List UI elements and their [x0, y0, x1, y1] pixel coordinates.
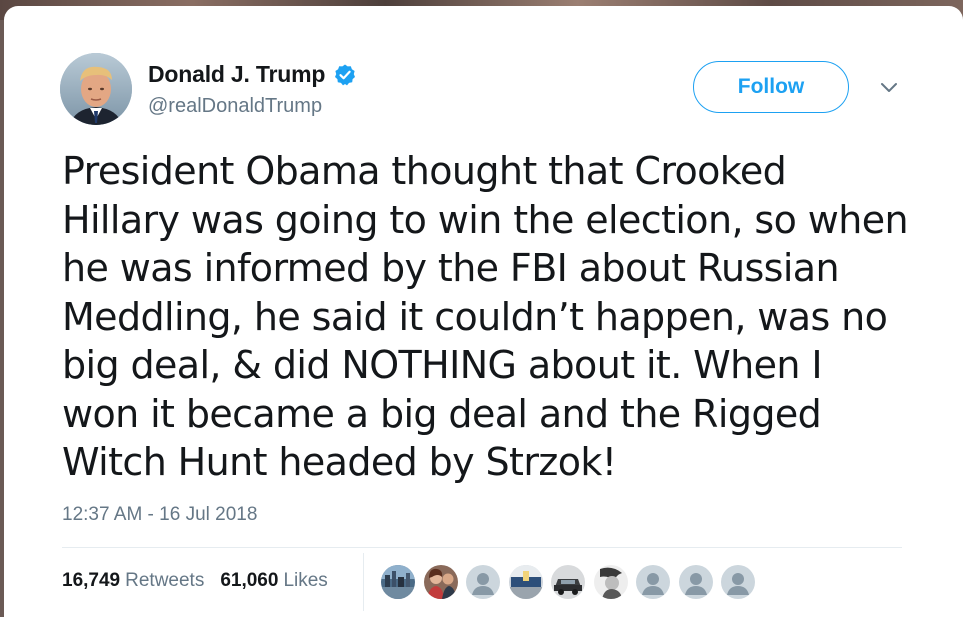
default-avatar-icon — [721, 565, 755, 599]
likes-stat[interactable]: 61,060 Likes — [220, 570, 327, 592]
profile-photo-icon — [60, 53, 132, 125]
liker-avatar[interactable] — [508, 565, 543, 599]
stats-divider — [62, 547, 902, 548]
tweet-text: President Obama thought that Crooked Hil… — [62, 149, 909, 484]
author-avatar[interactable] — [60, 53, 132, 125]
default-avatar-icon — [678, 565, 713, 599]
retweets-label: Retweets — [125, 570, 205, 591]
liker-avatar[interactable] — [423, 565, 458, 599]
tweet-timestamp[interactable]: 12:37 AM - 16 Jul 2018 — [62, 504, 257, 526]
default-avatar-icon — [636, 565, 670, 599]
likes-count: 61,060 — [220, 570, 279, 591]
tweet-stats: 16,749 Retweets 61,060 Likes — [62, 570, 328, 592]
liker-avatar[interactable] — [721, 565, 755, 599]
retweets-count: 16,749 — [62, 570, 121, 591]
verified-badge-icon — [335, 64, 356, 85]
liker-avatar[interactable] — [381, 565, 415, 599]
liker-avatar[interactable] — [551, 565, 585, 599]
liker-avatars — [381, 565, 764, 599]
stats-vertical-divider — [363, 553, 364, 611]
photo-city-icon — [381, 565, 415, 599]
liker-avatar[interactable] — [466, 565, 500, 599]
photo-bw-portrait-icon — [593, 565, 628, 599]
author-handle[interactable]: @realDonaldTrump — [148, 95, 322, 118]
likes-label: Likes — [283, 570, 328, 591]
follow-button[interactable]: Follow — [693, 61, 849, 113]
author-display-name[interactable]: Donald J. Trump — [148, 61, 325, 88]
retweets-stat[interactable]: 16,749 Retweets — [62, 570, 204, 592]
default-avatar-icon — [466, 565, 500, 599]
liker-avatar[interactable] — [636, 565, 670, 599]
chevron-down-icon[interactable] — [877, 78, 901, 98]
author-name-row: Donald J. Trump — [148, 61, 357, 88]
photo-car-icon — [551, 565, 585, 599]
photo-couple-icon — [423, 565, 458, 599]
liker-avatar[interactable] — [678, 565, 713, 599]
liker-avatar[interactable] — [593, 565, 628, 599]
photo-room-icon — [508, 565, 543, 599]
